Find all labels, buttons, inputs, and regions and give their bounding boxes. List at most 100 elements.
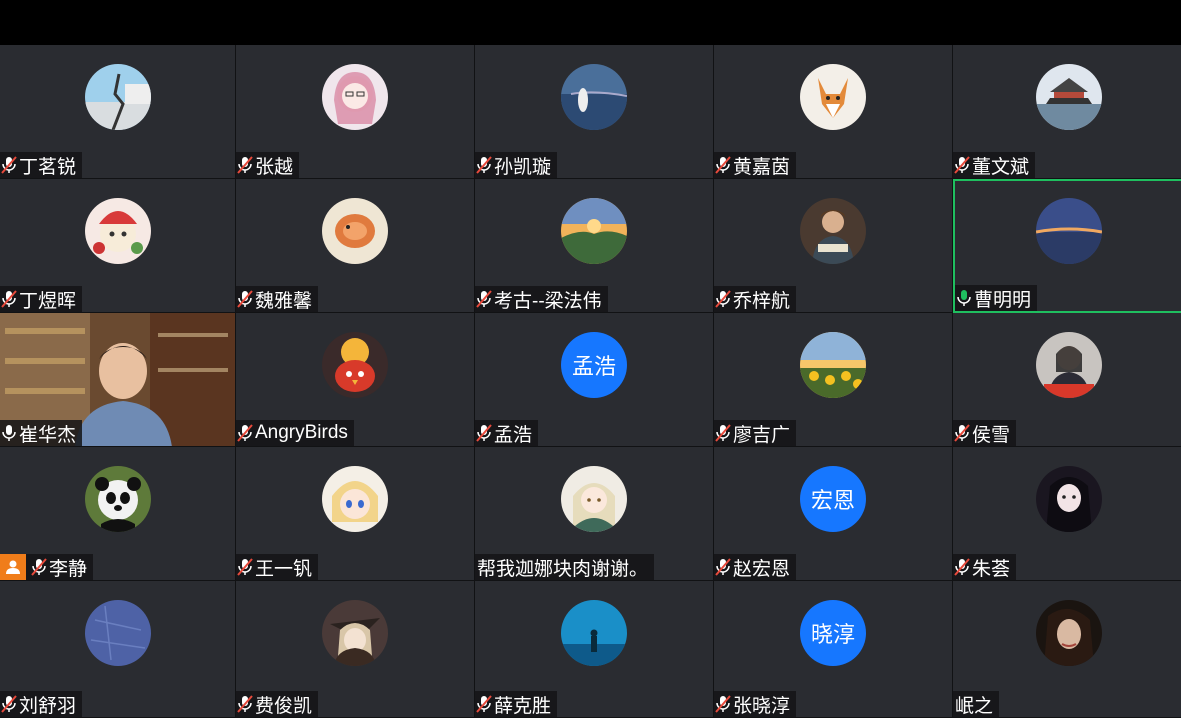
participant-name: 张晓淳: [733, 695, 791, 717]
mic-muted-icon: [236, 694, 254, 714]
participant-tile[interactable]: 黄嘉茵: [714, 45, 952, 179]
name-label-bar: 赵宏恩: [714, 554, 797, 580]
participant-grid: 丁茗锐 张越 孙凯璇 黄嘉茵 董文斌 丁煜晖 魏雅馨 考古--梁法伟 乔梓航 曹…: [0, 45, 1181, 718]
participant-tile-video[interactable]: 崔华杰: [0, 313, 235, 447]
participant-name: 孟浩: [494, 424, 533, 446]
name-label-bar: 薛克胜: [475, 691, 558, 717]
mic-muted-icon: [714, 155, 732, 175]
avatar: [800, 198, 866, 264]
participant-tile[interactable]: 乔梓航: [714, 179, 952, 313]
mic-muted-icon: [953, 155, 971, 175]
mic-muted-icon: [475, 694, 493, 714]
participant-tile[interactable]: 李静: [0, 447, 235, 581]
participant-name: 丁煜晖: [19, 290, 77, 312]
name-label-bar: 朱荟: [953, 554, 1017, 580]
participant-tile[interactable]: 帮我迦娜块肉谢谢。: [475, 447, 713, 581]
mic-muted-icon: [0, 155, 18, 175]
avatar: [322, 466, 388, 532]
avatar: [84, 198, 151, 264]
participant-tile[interactable]: 考古--梁法伟: [475, 179, 713, 313]
participant-name: 黄嘉茵: [733, 156, 791, 178]
participant-tile[interactable]: 刘舒羽: [0, 581, 235, 718]
participant-name: 费俊凯: [255, 695, 313, 717]
name-label-bar: 廖吉广: [714, 420, 797, 446]
mic-muted-icon: [236, 557, 254, 577]
participant-tile[interactable]: 董文斌: [953, 45, 1181, 179]
participant-tile[interactable]: 丁煜晖: [0, 179, 235, 313]
participant-name: 孙凯璇: [494, 156, 552, 178]
participant-name: 乔梓航: [733, 290, 791, 312]
name-label-bar: 考古--梁法伟: [475, 286, 608, 312]
participant-tile[interactable]: 廖吉广: [714, 313, 952, 447]
avatar: [561, 64, 627, 130]
avatar: [561, 600, 627, 666]
name-label-bar: 孙凯璇: [475, 152, 558, 178]
avatar: [84, 600, 151, 666]
participant-tile[interactable]: 薛克胜: [475, 581, 713, 718]
participant-tile-active-speaker[interactable]: 曹明明: [953, 179, 1181, 313]
avatar: [84, 64, 151, 130]
participant-name: 丁茗锐: [19, 156, 77, 178]
name-label-bar: 董文斌: [953, 152, 1036, 178]
participant-tile[interactable]: 王一钒: [236, 447, 474, 581]
participant-tile[interactable]: 侯雪: [953, 313, 1181, 447]
name-label-bar: 李静: [0, 554, 94, 580]
participant-tile[interactable]: 宏恩 赵宏恩: [714, 447, 952, 581]
name-label-bar: 崔华杰: [0, 420, 83, 446]
avatar: [322, 332, 388, 398]
participant-name: 侯雪: [972, 424, 1011, 446]
participant-name: 刘舒羽: [19, 695, 77, 717]
mic-muted-icon: [475, 155, 493, 175]
avatar-text: 孟浩: [561, 332, 627, 398]
mic-muted-icon: [0, 289, 18, 309]
name-label-bar: 曹明明: [955, 285, 1038, 311]
name-label-bar: 张越: [236, 152, 300, 178]
name-label-bar: AngryBirds: [236, 420, 354, 446]
mic-muted-icon: [236, 289, 254, 309]
participant-name: 考古--梁法伟: [494, 290, 602, 312]
avatar: [561, 466, 627, 532]
avatar-text: 宏恩: [800, 466, 866, 532]
participant-tile[interactable]: 岷之: [953, 581, 1181, 718]
avatar: [84, 466, 151, 532]
avatar: [1036, 64, 1102, 130]
participant-tile[interactable]: AngryBirds: [236, 313, 474, 447]
mic-muted-icon: [475, 423, 493, 443]
participant-name: 李静: [49, 558, 88, 580]
participant-name: 帮我迦娜块肉谢谢。: [477, 558, 649, 580]
participant-name: 廖吉广: [733, 424, 791, 446]
avatar: [1036, 600, 1102, 666]
avatar: [322, 64, 388, 130]
avatar: [322, 600, 388, 666]
participant-name: 薛克胜: [494, 695, 552, 717]
name-label-bar: 黄嘉茵: [714, 152, 797, 178]
participant-tile[interactable]: 丁茗锐: [0, 45, 235, 179]
avatar: [1036, 198, 1102, 264]
avatar: [800, 332, 866, 398]
participant-name: 岷之: [955, 695, 994, 717]
mic-on-icon: [0, 423, 18, 443]
mic-muted-icon: [475, 289, 493, 309]
avatar: [1036, 466, 1102, 532]
participant-tile[interactable]: 晓淳 张晓淳: [714, 581, 952, 718]
name-label-bar: 乔梓航: [714, 286, 797, 312]
name-label-bar: 刘舒羽: [0, 691, 83, 717]
participant-tile[interactable]: 张越: [236, 45, 474, 179]
mic-muted-icon: [30, 557, 48, 577]
mic-muted-icon: [714, 557, 732, 577]
participant-name: 张越: [255, 156, 294, 178]
participant-tile[interactable]: 魏雅馨: [236, 179, 474, 313]
participant-tile[interactable]: 孟浩 孟浩: [475, 313, 713, 447]
name-label-bar: 孟浩: [475, 420, 539, 446]
name-label-bar: 张晓淳: [714, 691, 797, 717]
participant-tile[interactable]: 费俊凯: [236, 581, 474, 718]
name-label-bar: 丁茗锐: [0, 152, 83, 178]
participant-name: 崔华杰: [19, 424, 77, 446]
participant-tile[interactable]: 朱荟: [953, 447, 1181, 581]
name-label-bar: 王一钒: [236, 554, 319, 580]
participant-name: AngryBirds: [255, 422, 348, 443]
name-label-bar: 侯雪: [953, 420, 1017, 446]
avatar: [322, 198, 388, 264]
mic-speaking-icon: [955, 288, 973, 308]
participant-tile[interactable]: 孙凯璇: [475, 45, 713, 179]
